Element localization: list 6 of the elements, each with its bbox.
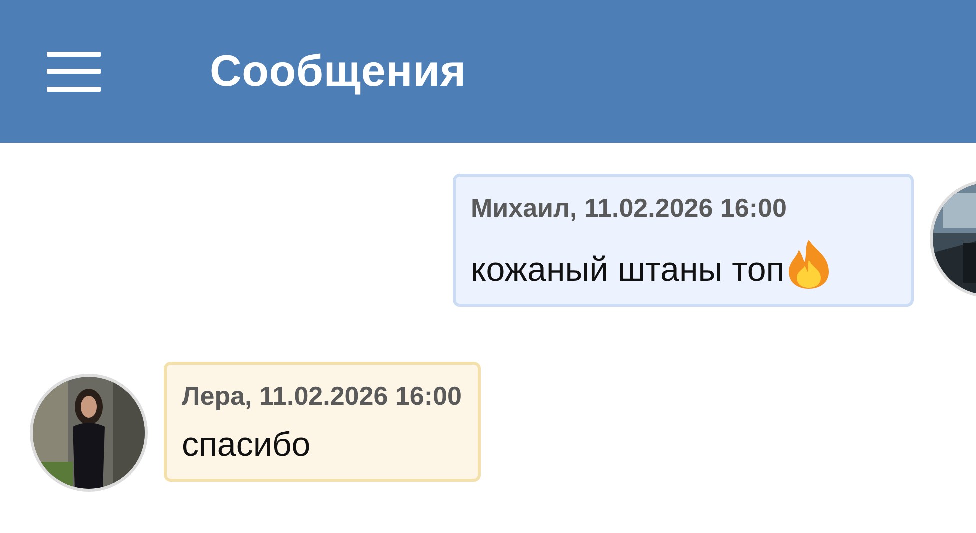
message-text: кожаный штаны топ xyxy=(471,251,785,290)
message-text: спасибо xyxy=(182,426,311,465)
menu-icon[interactable] xyxy=(47,52,101,92)
page-title: Сообщения xyxy=(210,46,466,96)
message-author: Михаил, 11.02.2026 16:00 xyxy=(471,193,788,224)
message-author: Лера, 11.02.2026 16:00 xyxy=(182,381,462,412)
